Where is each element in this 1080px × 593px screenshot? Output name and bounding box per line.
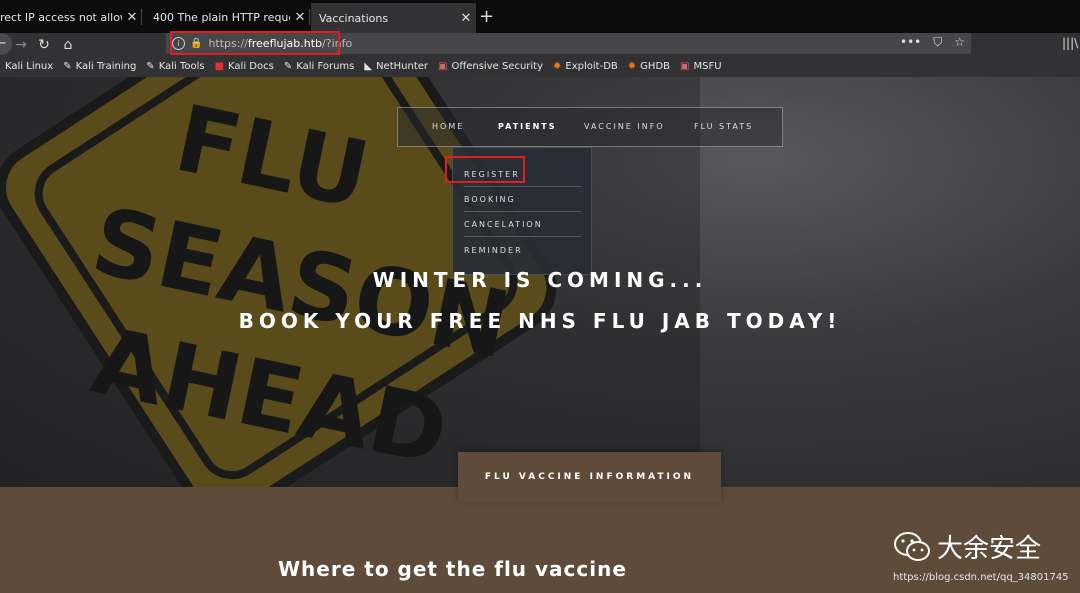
main-menu: HOME PATIENTS VACCINE INFO FLU STATS [397, 107, 783, 147]
bookmark-label: Kali Linux [5, 61, 54, 72]
forward-arrow-icon[interactable]: → [11, 35, 31, 55]
kali-icon: ✎ [283, 61, 293, 72]
url-actions: ••• ⛉ ☆ [900, 35, 965, 50]
nethunter-icon: ◣ [364, 61, 373, 72]
bookmark-label: GHDB [640, 61, 671, 72]
bookmark-offensive-security[interactable]: ▣ Offensive Security [438, 61, 543, 72]
kali-docs-icon: ■ [214, 61, 225, 72]
offsec-icon: ▣ [438, 61, 448, 72]
bookmark-star-icon[interactable]: ☆ [954, 35, 965, 50]
wechat-icon [894, 531, 930, 561]
new-tab-plus-icon[interactable]: + [479, 6, 494, 27]
menu-flu-stats[interactable]: FLU STATS [694, 122, 753, 131]
tab-vaccinations[interactable]: Vaccinations ✕ [311, 3, 476, 33]
bookmark-exploit-db[interactable]: ✹ Exploit-DB [553, 61, 618, 72]
kali-icon: ✎ [63, 61, 72, 72]
url-highlight-box [170, 31, 340, 55]
dropdown-item-booking[interactable]: BOOKING [464, 195, 581, 212]
bookmarks-toolbar: Kali Linux ✎ Kali Training ✎ Kali Tools … [0, 56, 1080, 77]
menu-home[interactable]: HOME [432, 122, 464, 131]
bookmark-kali-forums[interactable]: ✎ Kali Forums [284, 61, 355, 72]
info-tab-label: FLU VACCINE INFORMATION [484, 472, 695, 482]
bookmark-label: Offensive Security [451, 61, 544, 72]
bookmark-kali-linux[interactable]: Kali Linux [5, 61, 53, 72]
library-icon[interactable]: |||\ [1062, 36, 1078, 50]
exploitdb-icon: ✹ [553, 61, 562, 72]
tab-label: rect IP access not allowed | r [0, 10, 122, 24]
flu-vaccine-info-tab[interactable]: FLU VACCINE INFORMATION [458, 452, 721, 502]
bookmark-ghdb[interactable]: ✹ GHDB [628, 61, 670, 72]
menu-patients[interactable]: PATIENTS [498, 122, 557, 131]
dropdown-item-reminder[interactable]: REMINDER [464, 246, 581, 262]
hero-section: FLU SEASON AHEAD HOME PATIENTS VACCINE I… [0, 77, 1080, 497]
bookmark-label: Kali Tools [158, 61, 205, 72]
tab-label: 400 The plain HTTP request w [153, 10, 290, 24]
reload-icon[interactable]: ↻ [34, 35, 54, 55]
pocket-icon[interactable]: ⛉ [933, 35, 942, 50]
watermark-url: https://blog.csdn.net/qq_34801745 [893, 572, 1069, 583]
bookmark-kali-tools[interactable]: ✎ Kali Tools [146, 61, 204, 72]
bookmark-kali-training[interactable]: ✎ Kali Training [63, 61, 136, 72]
bookmark-label: Kali Docs [228, 61, 274, 72]
bookmark-label: MSFU [693, 61, 722, 72]
web-page: FLU SEASON AHEAD HOME PATIENTS VACCINE I… [0, 77, 1080, 593]
tab-label: Vaccinations [319, 11, 389, 25]
close-icon[interactable]: ✕ [456, 11, 476, 26]
page-actions-icon[interactable]: ••• [900, 35, 921, 50]
bookmark-nethunter[interactable]: ◣ NetHunter [364, 61, 428, 72]
hero-headline: WINTER IS COMING... [372, 268, 708, 292]
navigation-bar: ← → ↻ ⌂ i 🔒 https://freeflujab.htb/?info… [0, 33, 1080, 56]
menu-vaccine-info[interactable]: VACCINE INFO [584, 122, 665, 131]
watermark: 大余安全 [893, 528, 1041, 565]
tab-ip-access[interactable]: rect IP access not allowed | r ✕ [0, 4, 142, 30]
close-icon[interactable]: ✕ [122, 10, 142, 25]
tab-strip: rect IP access not allowed | r ✕ 400 The… [0, 0, 1080, 33]
hero-subheadline: BOOK YOUR FREE NHS FLU JAB TODAY! [238, 309, 842, 333]
bookmark-label: Kali Training [75, 61, 137, 72]
kali-icon: ✎ [146, 61, 155, 72]
home-icon[interactable]: ⌂ [58, 35, 78, 55]
dropdown-item-cancelation[interactable]: CANCELATION [464, 220, 581, 237]
msfu-icon: ▣ [680, 61, 690, 72]
bookmark-msfu[interactable]: ▣ MSFU [680, 61, 722, 72]
close-icon[interactable]: ✕ [290, 10, 310, 25]
bookmark-kali-docs[interactable]: ■ Kali Docs [215, 61, 274, 72]
bookmark-label: Exploit-DB [565, 61, 618, 72]
bookmark-label: Kali Forums [296, 61, 355, 72]
section-title: Where to get the flu vaccine [278, 557, 627, 581]
bookmark-label: NetHunter [376, 61, 429, 72]
tab-400-error[interactable]: 400 The plain HTTP request w ✕ [145, 4, 310, 30]
register-highlight-box [445, 156, 525, 183]
watermark-text: 大余安全 [937, 534, 1042, 564]
ghdb-icon: ✹ [627, 61, 637, 72]
